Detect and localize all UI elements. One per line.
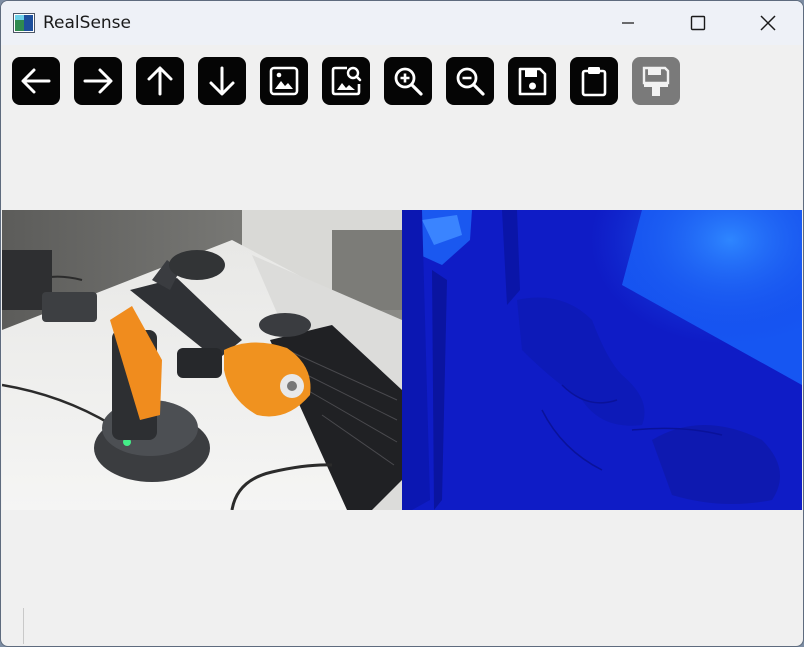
zoom-in-button[interactable] xyxy=(384,57,432,105)
down-button[interactable] xyxy=(198,57,246,105)
minimize-icon xyxy=(622,22,634,24)
close-button[interactable] xyxy=(733,1,803,45)
title-bar[interactable]: RealSense xyxy=(1,1,803,45)
image-search-icon xyxy=(331,66,362,96)
arrow-down-icon xyxy=(209,66,235,96)
image-icon xyxy=(269,66,299,96)
app-window: RealSense xyxy=(0,0,804,647)
save-icon xyxy=(518,67,547,96)
arrow-left-icon xyxy=(21,68,51,94)
color-image-pane xyxy=(2,210,402,510)
up-button[interactable] xyxy=(136,57,184,105)
zoom-out-icon xyxy=(456,67,485,96)
status-bar-separator xyxy=(23,608,24,644)
depth-image-pane xyxy=(402,210,802,510)
minimize-button[interactable] xyxy=(593,1,663,45)
save-button[interactable] xyxy=(508,57,556,105)
image-search-button[interactable] xyxy=(322,57,370,105)
close-icon xyxy=(760,15,776,31)
next-button[interactable] xyxy=(74,57,122,105)
save-as-button[interactable] xyxy=(632,57,680,105)
clipboard-icon xyxy=(581,67,607,97)
prev-button[interactable] xyxy=(12,57,60,105)
maximize-button[interactable] xyxy=(663,1,733,45)
arrow-up-icon xyxy=(147,66,173,96)
window-title: RealSense xyxy=(43,13,131,33)
zoom-in-icon xyxy=(394,67,423,96)
maximize-icon xyxy=(690,15,706,31)
clipboard-button[interactable] xyxy=(570,57,618,105)
save-brush-icon xyxy=(642,66,670,96)
zoom-out-button[interactable] xyxy=(446,57,494,105)
app-icon xyxy=(13,13,35,33)
arrow-right-icon xyxy=(83,68,113,94)
image-button[interactable] xyxy=(260,57,308,105)
camera-view xyxy=(2,210,802,510)
